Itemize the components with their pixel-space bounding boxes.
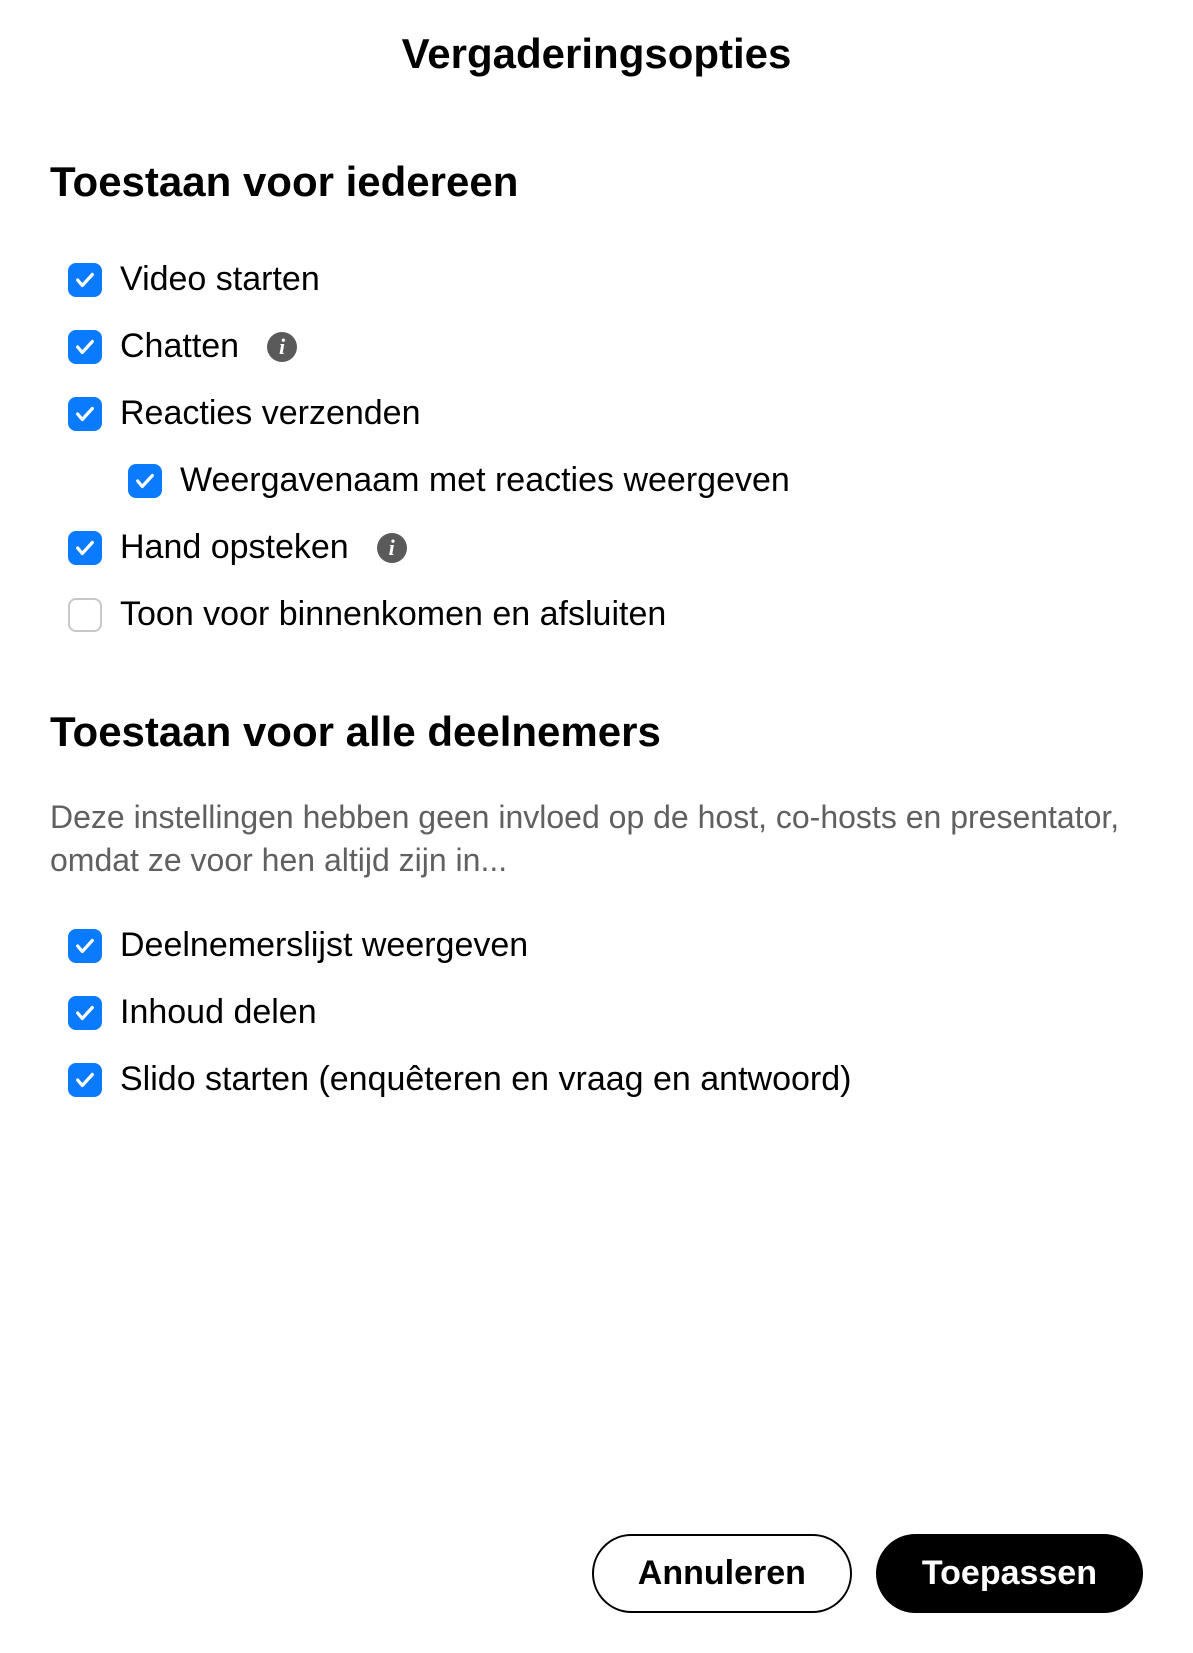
option-label: Reacties verzenden — [120, 394, 421, 433]
option-label: Slido starten (enquêteren en vraag en an… — [120, 1060, 851, 1099]
option-label: Inhoud delen — [120, 993, 317, 1032]
option-label: Weergavenaam met reacties weergeven — [180, 461, 790, 500]
section-participants-heading: Toestaan voor alle deelnemers — [50, 708, 1143, 756]
option-label: Chatten — [120, 327, 239, 366]
option-show-participant-list[interactable]: Deelnemerslijst weergeven — [50, 912, 1143, 979]
option-video-start[interactable]: Video starten — [50, 246, 1143, 313]
checkbox-tone-enter-exit[interactable] — [68, 598, 102, 632]
option-show-display-name-reactions[interactable]: Weergavenaam met reacties weergeven — [50, 447, 1143, 514]
dialog-footer: Annuleren Toepassen — [50, 1494, 1143, 1613]
info-icon[interactable]: i — [267, 332, 297, 362]
checkbox-start-slido[interactable] — [68, 1063, 102, 1097]
section-participants-options: Deelnemerslijst weergeven Inhoud delen S… — [50, 912, 1143, 1113]
option-label: Toon voor binnenkomen en afsluiten — [120, 595, 666, 634]
checkbox-raise-hand[interactable] — [68, 531, 102, 565]
option-share-content[interactable]: Inhoud delen — [50, 979, 1143, 1046]
option-tone-enter-exit[interactable]: Toon voor binnenkomen en afsluiten — [50, 581, 1143, 648]
checkbox-show-participant-list[interactable] — [68, 929, 102, 963]
cancel-button[interactable]: Annuleren — [592, 1534, 852, 1613]
checkbox-video-start[interactable] — [68, 263, 102, 297]
option-send-reactions[interactable]: Reacties verzenden — [50, 380, 1143, 447]
section-participants-description: Deze instellingen hebben geen invloed op… — [50, 796, 1143, 882]
option-label: Hand opsteken — [120, 528, 349, 567]
option-chat[interactable]: Chatten i — [50, 313, 1143, 380]
section-everyone-heading: Toestaan voor iedereen — [50, 158, 1143, 206]
checkbox-send-reactions[interactable] — [68, 397, 102, 431]
option-label: Deelnemerslijst weergeven — [120, 926, 528, 965]
info-icon[interactable]: i — [377, 533, 407, 563]
option-raise-hand[interactable]: Hand opsteken i — [50, 514, 1143, 581]
checkbox-show-display-name-reactions[interactable] — [128, 464, 162, 498]
checkbox-share-content[interactable] — [68, 996, 102, 1030]
apply-button[interactable]: Toepassen — [876, 1534, 1143, 1613]
checkbox-chat[interactable] — [68, 330, 102, 364]
option-label: Video starten — [120, 260, 320, 299]
option-start-slido[interactable]: Slido starten (enquêteren en vraag en an… — [50, 1046, 1143, 1113]
section-everyone-options: Video starten Chatten i Reacties verzend… — [50, 246, 1143, 648]
dialog-title: Vergaderingsopties — [50, 30, 1143, 78]
